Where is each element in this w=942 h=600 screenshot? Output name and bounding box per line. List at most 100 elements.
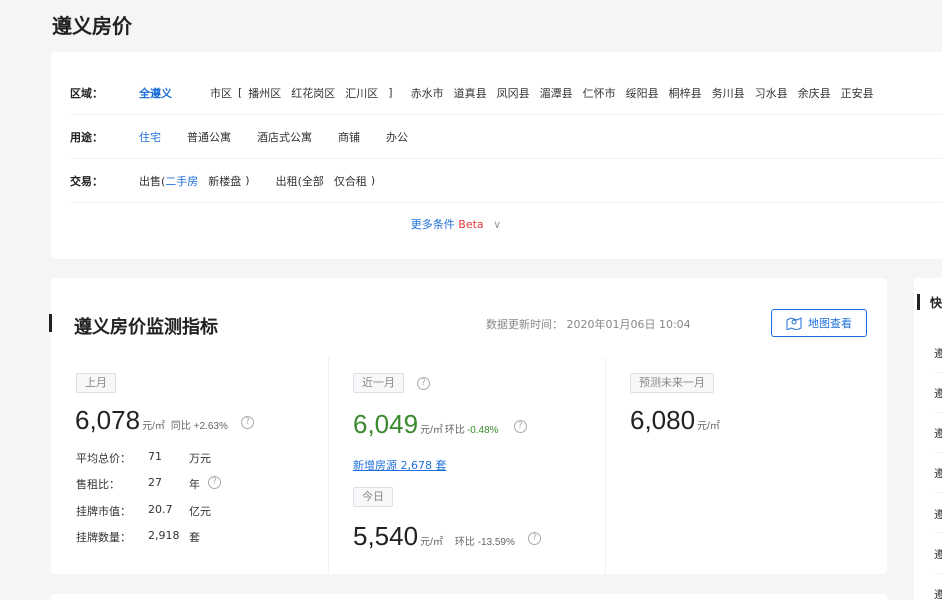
chevron-down-icon: ∨: [493, 218, 502, 231]
quick-link-item[interactable]: 遵: [934, 385, 942, 401]
quick-link-item[interactable]: 遵: [934, 345, 942, 361]
rent-label[interactable]: 出租(: [276, 173, 302, 189]
sale-label[interactable]: 出售(: [139, 173, 165, 189]
divider: [934, 532, 942, 533]
stat-row: 挂牌数量： 2,918 套: [76, 529, 200, 545]
stat-value: 20.7: [148, 503, 173, 516]
recent-month-column: 近一月 ? 6,049 元/㎡ 环比 -0.48% ? 新增房源 2,678 套 今日…: [328, 357, 605, 574]
rent-close: ): [370, 174, 376, 187]
today-tag: 今日: [353, 487, 393, 507]
quick-link-item[interactable]: 遵: [934, 506, 942, 522]
county-item[interactable]: 凤冈县: [497, 85, 530, 101]
usage-option[interactable]: 办公: [386, 129, 408, 145]
forecast-price-row: 6,080 元/㎡: [630, 405, 720, 436]
trade-label: 交易：: [70, 174, 103, 188]
map-view-label: 地图查看: [808, 317, 852, 330]
today-price: 5,540: [353, 521, 419, 551]
filter-panel: 区域： 全遵义 市区 [ 播州区 红花岗区 汇川区 ] 赤水市 道真县 凤冈县 …: [51, 52, 942, 259]
more-conditions-text: 更多条件: [410, 218, 455, 231]
today-change: 环比 -13.59%: [454, 537, 515, 548]
rent-option[interactable]: 仅合租: [334, 173, 367, 189]
question-circle-icon[interactable]: ?: [528, 531, 542, 545]
divider: [934, 452, 942, 453]
stat-value: 27: [148, 476, 162, 489]
county-item[interactable]: 余庆县: [798, 85, 831, 101]
question-circle-icon[interactable]: ?: [417, 377, 430, 390]
forecast-tag: 预测未来一月: [630, 373, 714, 393]
usage-option-active[interactable]: 住宅: [139, 129, 161, 145]
recent-change-value: -0.48%: [466, 425, 499, 436]
divider: [934, 573, 942, 574]
forecast-column: 预测未来一月 6,080 元/㎡: [605, 357, 887, 574]
county-item[interactable]: 道真县: [454, 85, 487, 101]
stat-key: 挂牌市值：: [76, 505, 131, 518]
more-conditions-toggle[interactable]: 更多条件 Beta ∨: [51, 216, 942, 232]
new-listings-link[interactable]: 新增房源 2,678 套: [353, 457, 446, 473]
county-item[interactable]: 仁怀市: [583, 85, 616, 101]
quick-link-item[interactable]: 遵: [934, 546, 942, 562]
rent-option[interactable]: 全部: [302, 173, 324, 189]
quick-link-item[interactable]: 遵: [934, 425, 942, 441]
section-marker: [49, 314, 52, 332]
last-month-column: 上月 6,078 元/㎡ 同比 +2.63% ? 平均总价： 71 万元 售租比： …: [51, 357, 328, 574]
usage-option[interactable]: 商铺: [338, 129, 360, 145]
district-item[interactable]: 汇川区: [345, 85, 378, 101]
last-month-tag: 上月: [76, 373, 116, 393]
filter-row-trade: 交易： 出售( 二手房 新楼盘 ) 出租( 全部 仅合租 ): [70, 159, 942, 203]
region-label: 区域：: [70, 86, 103, 100]
stat-value: 71: [148, 450, 162, 463]
last-month-price-row: 6,078 元/㎡ 同比 +2.63% ?: [75, 405, 255, 436]
usage-option[interactable]: 酒店式公寓: [257, 129, 312, 145]
last-month-change: 同比 +2.63%: [170, 421, 228, 432]
quick-link-item[interactable]: 遵: [934, 465, 942, 481]
region-city[interactable]: 市区: [210, 85, 232, 101]
stat-value: 2,918: [148, 529, 180, 542]
divider: [934, 372, 942, 373]
stat-row: 售租比： 27 年 ?: [76, 476, 221, 492]
section-marker: [917, 294, 920, 310]
quick-links-title: 快: [930, 296, 942, 310]
map-pin-icon: [786, 317, 802, 330]
next-section-card: [51, 594, 887, 600]
recent-month-price: 6,049: [353, 409, 419, 439]
forecast-price: 6,080: [630, 405, 696, 435]
county-item[interactable]: 绥阳县: [626, 85, 659, 101]
last-month-price: 6,078: [75, 405, 141, 435]
county-item[interactable]: 桐梓县: [669, 85, 702, 101]
monitor-title: 遵义房价监测指标: [74, 317, 218, 338]
district-item[interactable]: 红花岗区: [291, 85, 335, 101]
sale-option[interactable]: 新楼盘: [208, 173, 241, 189]
sale-close: ): [245, 174, 250, 187]
stat-key: 售租比：: [76, 478, 120, 491]
price-unit: 元/㎡: [420, 425, 443, 436]
stat-unit: 万元: [189, 452, 211, 465]
district-item[interactable]: 播州区: [248, 85, 281, 101]
map-view-button[interactable]: 地图查看: [771, 309, 867, 337]
question-circle-icon[interactable]: ?: [208, 476, 221, 489]
county-item[interactable]: 习水县: [755, 85, 788, 101]
question-circle-icon[interactable]: ?: [513, 419, 527, 433]
county-item[interactable]: 正安县: [841, 85, 874, 101]
price-unit: 元/㎡: [420, 537, 443, 548]
sale-option-active[interactable]: 二手房: [165, 173, 198, 189]
price-unit: 元/㎡: [697, 421, 720, 432]
recent-change-label: 环比: [444, 425, 465, 436]
price-unit: 元/㎡: [142, 421, 165, 432]
stat-row: 挂牌市值： 20.7 亿元: [76, 503, 211, 519]
stat-unit: 亿元: [189, 505, 211, 518]
county-item[interactable]: 赤水市: [411, 85, 444, 101]
recent-month-tag: 近一月: [353, 373, 404, 393]
bracket-close: ]: [388, 86, 393, 99]
question-circle-icon[interactable]: ?: [241, 415, 255, 429]
usage-option[interactable]: 普通公寓: [187, 129, 231, 145]
usage-label: 用途：: [70, 130, 103, 144]
region-all[interactable]: 全遵义: [139, 85, 172, 101]
quick-link-item[interactable]: 遵: [934, 586, 942, 600]
county-item[interactable]: 湄潭县: [540, 85, 573, 101]
today-price-row: 5,540 元/㎡ 环比 -13.59% ?: [353, 521, 542, 552]
county-item[interactable]: 务川县: [712, 85, 745, 101]
stat-unit: 年: [189, 478, 200, 491]
update-time: 数据更新时间： 2020年01月06日 10:04: [486, 318, 691, 331]
divider: [934, 412, 942, 413]
beta-badge: Beta: [458, 218, 484, 231]
